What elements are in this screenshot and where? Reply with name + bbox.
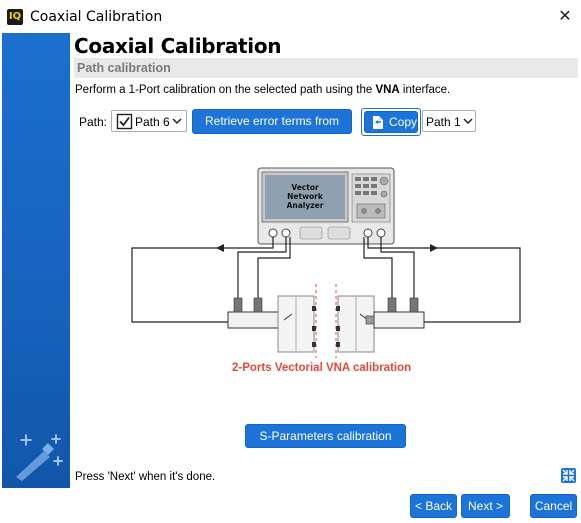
rf-cables (131, 237, 521, 323)
instruction-emphasis: VNA (375, 84, 400, 96)
vna-label-line-3: Analyzer (287, 201, 324, 210)
retrieve-error-terms-button[interactable]: Retrieve error terms from VNA (192, 109, 352, 151)
instruction-text: Perform a 1-Port calibration on the sele… (75, 84, 450, 96)
chevron-down-icon (463, 118, 473, 125)
path-select-value: Path 6 (135, 115, 170, 129)
copy-button-label: Copy (389, 115, 418, 129)
app-logo-icon: IQ (7, 9, 23, 25)
magic-wand-icon (16, 434, 63, 481)
copy-button[interactable]: Copy (364, 111, 418, 133)
status-text: Press 'Next' when it's done. (75, 471, 216, 483)
back-button[interactable]: < Back (410, 494, 457, 518)
left-dut (277, 295, 315, 353)
collapse-arrows-icon[interactable] (561, 468, 576, 483)
diagram-caption: 2-Ports Vectorial VNA calibration (232, 362, 412, 374)
chevron-down-icon (172, 118, 182, 125)
copy-document-icon (373, 116, 383, 129)
right-coupler (365, 297, 425, 329)
target-path-select-value: Path 1 (426, 115, 461, 129)
window-title: Coaxial Calibration (30, 9, 163, 25)
sparameters-check-button[interactable]: S-Parameters calibration check (245, 424, 406, 465)
path-label: Path: (79, 115, 108, 129)
next-button[interactable]: Next > (461, 494, 510, 518)
wizard-sidebar (2, 33, 70, 488)
vna-label-line-2: Network (287, 192, 324, 201)
target-path-select[interactable]: Path 1 (422, 110, 476, 132)
close-window-button[interactable]: ✕ (554, 6, 576, 26)
vna-label-line-1: Vector (291, 183, 319, 192)
section-header: Path calibration (74, 58, 578, 78)
left-coupler (227, 297, 287, 329)
path-select[interactable]: Path 6 (111, 110, 187, 132)
cancel-button[interactable]: Cancel (530, 494, 577, 518)
vna-calibration-diagram: Vector Network Analyzer (131, 167, 521, 358)
page-title: Coaxial Calibration (74, 34, 282, 58)
calibration-plane (315, 284, 337, 358)
section-title: Path calibration (77, 61, 171, 75)
instruction-suffix: interface. (399, 84, 451, 96)
window-titlebar: IQ Coaxial Calibration ✕ (0, 0, 581, 32)
vna-instrument: Vector Network Analyzer (257, 167, 395, 245)
instruction-prefix: Perform a 1-Port calibration on the sele… (75, 84, 376, 96)
checkbox-checked-icon[interactable] (116, 113, 133, 130)
